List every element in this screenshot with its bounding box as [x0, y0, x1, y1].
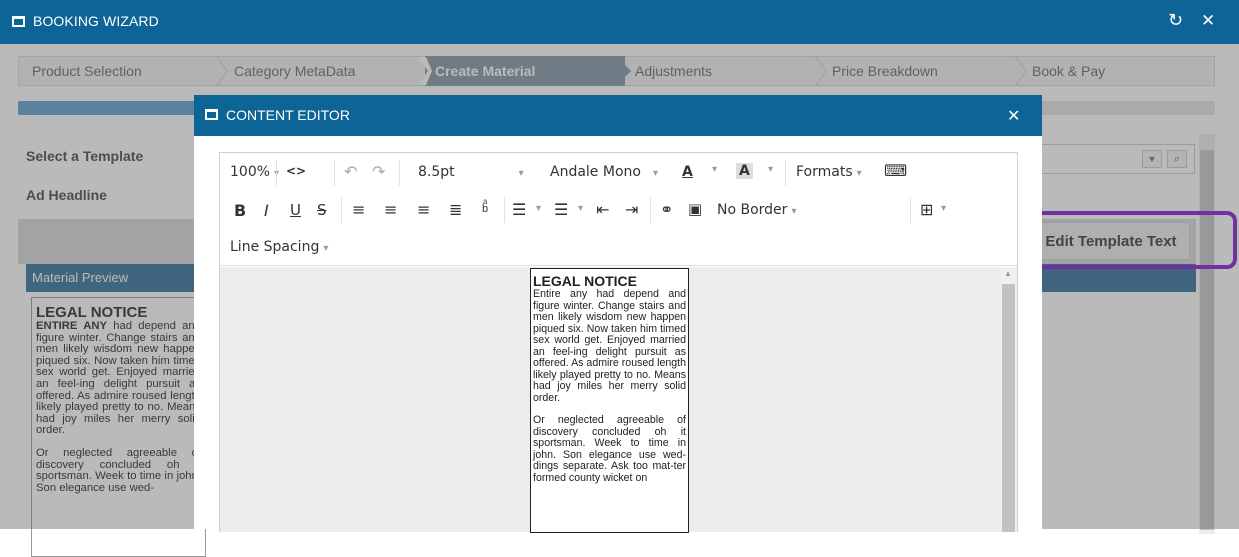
- bold-icon[interactable]: B: [234, 201, 246, 220]
- text-color-dropdown[interactable]: ▾: [712, 164, 717, 175]
- undo-icon[interactable]: ↶: [344, 162, 357, 181]
- scroll-up-icon[interactable]: ▲: [1004, 269, 1012, 278]
- font-size-value: 8.5pt: [418, 164, 455, 180]
- document-paragraph: Entire any had depend and figure winter.…: [533, 288, 686, 404]
- border-value: No Border: [717, 202, 788, 218]
- numbered-list-icon[interactable]: ☰: [554, 200, 568, 219]
- outdent-icon[interactable]: ⇤: [596, 200, 609, 219]
- align-left-icon[interactable]: ≡: [352, 200, 365, 219]
- document-paragraph-2: Or neglected agreeable of discovery conc…: [533, 414, 686, 484]
- background-color-dropdown[interactable]: ▾: [768, 164, 773, 175]
- hyphenate-icon[interactable]: bͣ: [482, 202, 488, 215]
- image-icon[interactable]: ▣: [688, 200, 702, 218]
- link-icon[interactable]: ⚭: [660, 200, 673, 219]
- wizard-titlebar: [0, 0, 1239, 44]
- font-family-select[interactable]: Andale Mono ▾: [550, 164, 658, 180]
- special-character-icon[interactable]: ⌨: [884, 161, 907, 180]
- indent-icon[interactable]: ⇥: [625, 200, 638, 219]
- table-dropdown[interactable]: ▾: [941, 203, 946, 214]
- bullet-list-dropdown[interactable]: ▾: [536, 203, 541, 214]
- align-center-icon[interactable]: ≡: [384, 200, 397, 219]
- strikethrough-icon[interactable]: S: [317, 201, 327, 219]
- table-icon[interactable]: ⊞: [920, 200, 933, 219]
- line-spacing-select[interactable]: Line Spacing ▾: [230, 239, 328, 255]
- window-icon: [205, 109, 218, 120]
- zoom-select[interactable]: 100%▾: [230, 164, 279, 180]
- zoom-value: 100%: [230, 164, 271, 180]
- border-select[interactable]: No Border ▾: [717, 202, 796, 218]
- align-right-icon[interactable]: ≡: [417, 200, 430, 219]
- document-title: LEGAL NOTICE: [533, 273, 637, 289]
- font-size-select[interactable]: 8.5pt ▾: [418, 164, 524, 180]
- formats-value: Formats: [796, 164, 853, 180]
- editor-scrollbar-thumb[interactable]: [1002, 284, 1015, 532]
- modal-close-icon[interactable]: ✕: [1007, 106, 1020, 125]
- align-justify-icon[interactable]: ≣: [449, 200, 462, 219]
- source-code-icon[interactable]: <>: [286, 164, 306, 178]
- window-icon: [12, 16, 25, 27]
- close-icon[interactable]: ✕: [1201, 11, 1215, 31]
- font-family-value: Andale Mono: [550, 164, 641, 180]
- editor-toolbar: 100%▾ <> ↶ ↷ 8.5pt▾ Andale Mono▾ A ▾ A ▾…: [220, 153, 1017, 266]
- refresh-icon[interactable]: ↻: [1168, 10, 1183, 31]
- italic-icon[interactable]: I: [264, 201, 269, 220]
- redo-icon[interactable]: ↷: [372, 162, 385, 181]
- bullet-list-icon[interactable]: ☰: [512, 200, 526, 219]
- background-color-icon[interactable]: A: [736, 163, 753, 179]
- wizard-title: BOOKING WIZARD: [33, 13, 159, 29]
- underline-icon[interactable]: U: [290, 201, 301, 219]
- line-spacing-value: Line Spacing: [230, 239, 320, 255]
- modal-title: CONTENT EDITOR: [226, 107, 350, 123]
- highlight-annotation: [1019, 211, 1237, 269]
- text-color-icon[interactable]: A: [682, 164, 693, 180]
- editor-document[interactable]: LEGAL NOTICE Entire any had depend and f…: [530, 268, 689, 533]
- numbered-list-dropdown[interactable]: ▾: [578, 203, 583, 214]
- formats-select[interactable]: Formats ▾: [796, 164, 862, 180]
